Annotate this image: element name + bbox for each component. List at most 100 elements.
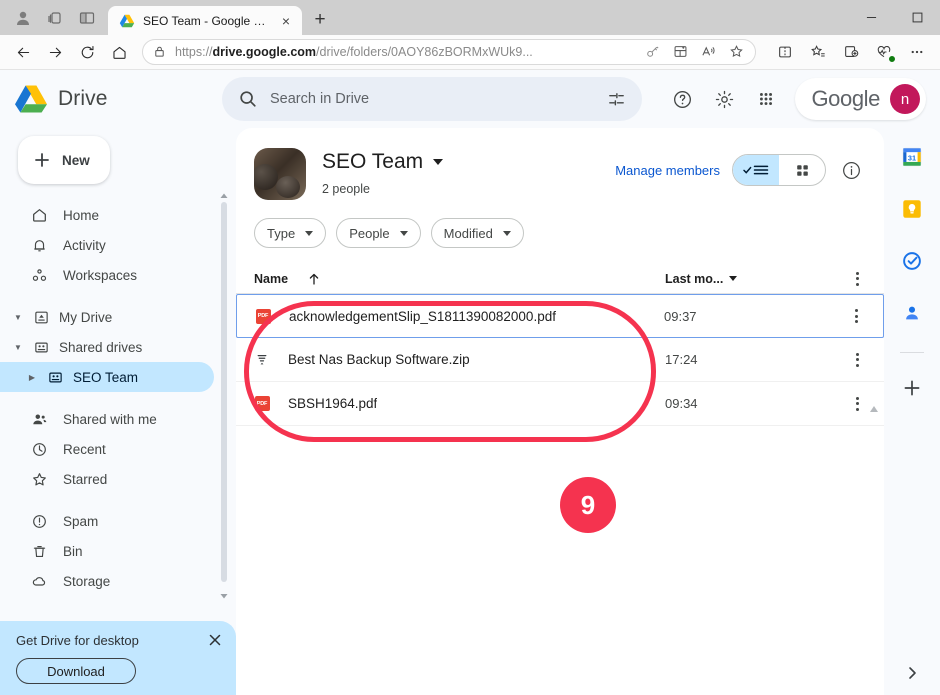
main-wrap: SEO Team 2 people Manage members bbox=[236, 128, 940, 695]
forward-icon[interactable] bbox=[40, 37, 70, 67]
download-button[interactable]: Download bbox=[16, 658, 136, 684]
collections-icon[interactable] bbox=[673, 44, 689, 60]
column-header-name-label: Name bbox=[254, 272, 288, 286]
grid-view-icon[interactable] bbox=[779, 155, 825, 185]
sidebar-item-my-drive[interactable]: ▼ My Drive bbox=[0, 302, 214, 332]
key-icon[interactable] bbox=[645, 44, 661, 60]
avatar[interactable]: n bbox=[890, 84, 920, 114]
info-icon[interactable] bbox=[838, 157, 864, 183]
row-more-options[interactable] bbox=[840, 353, 874, 367]
chevron-down-icon[interactable]: ▼ bbox=[12, 343, 24, 352]
content-scrollbar[interactable] bbox=[868, 400, 880, 695]
help-icon[interactable] bbox=[663, 80, 701, 118]
chevron-right-icon[interactable] bbox=[904, 665, 920, 681]
profile-icon[interactable] bbox=[14, 9, 32, 27]
column-header-modified-label: Last mo... bbox=[665, 272, 723, 286]
sidebar-scrollbar[interactable] bbox=[220, 188, 228, 600]
close-icon[interactable] bbox=[208, 633, 222, 647]
sidebar-item-shared-with-me[interactable]: Shared with me bbox=[0, 404, 214, 434]
reload-icon[interactable] bbox=[72, 37, 102, 67]
google-apps-icon[interactable] bbox=[747, 80, 785, 118]
sidebar-item-recent[interactable]: Recent bbox=[0, 434, 214, 464]
file-name: acknowledgementSlip_S1811390082000.pdf bbox=[289, 309, 556, 324]
table-more-options[interactable] bbox=[840, 272, 874, 286]
folder-title-block: SEO Team 2 people bbox=[322, 148, 443, 196]
filter-chip-people[interactable]: People bbox=[336, 218, 420, 248]
collections-icon[interactable] bbox=[836, 37, 866, 67]
google-drive-favicon bbox=[119, 13, 135, 29]
browser-essentials-icon[interactable] bbox=[869, 37, 899, 67]
chevron-right-icon[interactable]: ▶ bbox=[26, 373, 38, 382]
address-bar[interactable]: https://drive.google.com/drive/folders/0… bbox=[142, 39, 756, 65]
scroll-down-icon[interactable] bbox=[219, 588, 229, 598]
manage-members-link[interactable]: Manage members bbox=[615, 163, 720, 178]
sidebar: New Home Activity bbox=[0, 128, 236, 695]
sidebar-divider bbox=[0, 392, 236, 404]
sidebar-item-workspaces[interactable]: Workspaces bbox=[0, 260, 214, 290]
settings-more-icon[interactable] bbox=[902, 37, 932, 67]
read-aloud-icon[interactable] bbox=[701, 44, 717, 60]
search-input[interactable] bbox=[270, 91, 586, 107]
table-header: Name Last mo... bbox=[236, 264, 884, 294]
table-row[interactable]: PDF SBSH1964.pdf 09:34 bbox=[236, 382, 884, 426]
chevron-down-icon[interactable]: ▼ bbox=[12, 313, 24, 322]
table-row[interactable]: Best Nas Backup Software.zip 17:24 bbox=[236, 338, 884, 382]
tab-groups-icon[interactable] bbox=[46, 9, 64, 27]
scroll-up-icon[interactable] bbox=[219, 188, 229, 198]
google-tasks-icon[interactable] bbox=[895, 244, 929, 278]
filter-chip-modified[interactable]: Modified bbox=[431, 218, 524, 248]
file-name-cell: PDF acknowledgementSlip_S1811390082000.p… bbox=[255, 308, 664, 324]
filter-chips: Type People Modified bbox=[236, 200, 884, 248]
list-view-icon[interactable] bbox=[733, 155, 779, 185]
google-keep-icon[interactable] bbox=[895, 192, 929, 226]
settings-gear-icon[interactable] bbox=[705, 80, 743, 118]
sidebar-item-bin[interactable]: Bin bbox=[0, 536, 214, 566]
home-icon bbox=[30, 206, 49, 225]
minimize-button[interactable] bbox=[848, 2, 894, 34]
table-row[interactable]: PDF acknowledgementSlip_S1811390082000.p… bbox=[236, 294, 884, 338]
split-screen-icon[interactable] bbox=[770, 37, 800, 67]
favorite-star-icon[interactable] bbox=[729, 44, 745, 60]
tune-icon[interactable] bbox=[598, 81, 634, 117]
account-button[interactable]: Google n bbox=[795, 78, 926, 120]
favorites-icon[interactable] bbox=[803, 37, 833, 67]
search-bar[interactable] bbox=[222, 77, 642, 121]
workspaces-icon bbox=[30, 266, 49, 285]
google-contacts-icon[interactable] bbox=[895, 296, 929, 330]
add-app-button[interactable] bbox=[895, 371, 929, 405]
browser-tab[interactable]: SEO Team - Google Drive × bbox=[108, 6, 302, 35]
split-screen-icon[interactable] bbox=[78, 9, 96, 27]
column-header-name[interactable]: Name bbox=[254, 272, 665, 286]
sidebar-item-storage[interactable]: Storage bbox=[0, 566, 214, 596]
close-icon[interactable]: × bbox=[278, 13, 294, 29]
drive-logo[interactable]: Drive bbox=[14, 84, 222, 114]
sidebar-item-spam[interactable]: Spam bbox=[0, 506, 214, 536]
side-panel-rail: 31 bbox=[884, 128, 940, 695]
titlebar-left-icons bbox=[0, 9, 108, 35]
sidebar-item-activity[interactable]: Activity bbox=[0, 230, 214, 260]
scroll-up-icon[interactable] bbox=[869, 400, 879, 408]
filter-chip-type[interactable]: Type bbox=[254, 218, 326, 248]
maximize-button[interactable] bbox=[894, 2, 940, 34]
google-calendar-icon[interactable]: 31 bbox=[895, 140, 929, 174]
folder-title-row[interactable]: SEO Team bbox=[322, 150, 443, 174]
browser-navbar: https://drive.google.com/drive/folders/0… bbox=[0, 35, 940, 70]
shared-drives-icon bbox=[32, 338, 51, 357]
column-header-modified[interactable]: Last mo... bbox=[665, 272, 840, 286]
new-tab-button[interactable]: + bbox=[306, 6, 334, 34]
new-button[interactable]: New bbox=[18, 136, 110, 184]
row-more-options[interactable] bbox=[839, 309, 873, 323]
back-icon[interactable] bbox=[8, 37, 38, 67]
sidebar-item-seo-team[interactable]: ▶ SEO Team bbox=[0, 362, 214, 392]
chevron-down-icon[interactable] bbox=[433, 159, 443, 165]
sidebar-item-home[interactable]: Home bbox=[0, 200, 214, 230]
sidebar-item-shared-drives[interactable]: ▼ Shared drives bbox=[0, 332, 214, 362]
home-icon[interactable] bbox=[104, 37, 134, 67]
spam-icon bbox=[30, 512, 49, 531]
sort-ascending-icon[interactable] bbox=[308, 272, 320, 286]
drive-header: Drive bbox=[0, 70, 940, 128]
drive-logo-text: Drive bbox=[58, 87, 108, 111]
scrollbar-thumb[interactable] bbox=[221, 202, 227, 582]
sidebar-item-label: Shared with me bbox=[63, 412, 157, 427]
sidebar-item-starred[interactable]: Starred bbox=[0, 464, 214, 494]
